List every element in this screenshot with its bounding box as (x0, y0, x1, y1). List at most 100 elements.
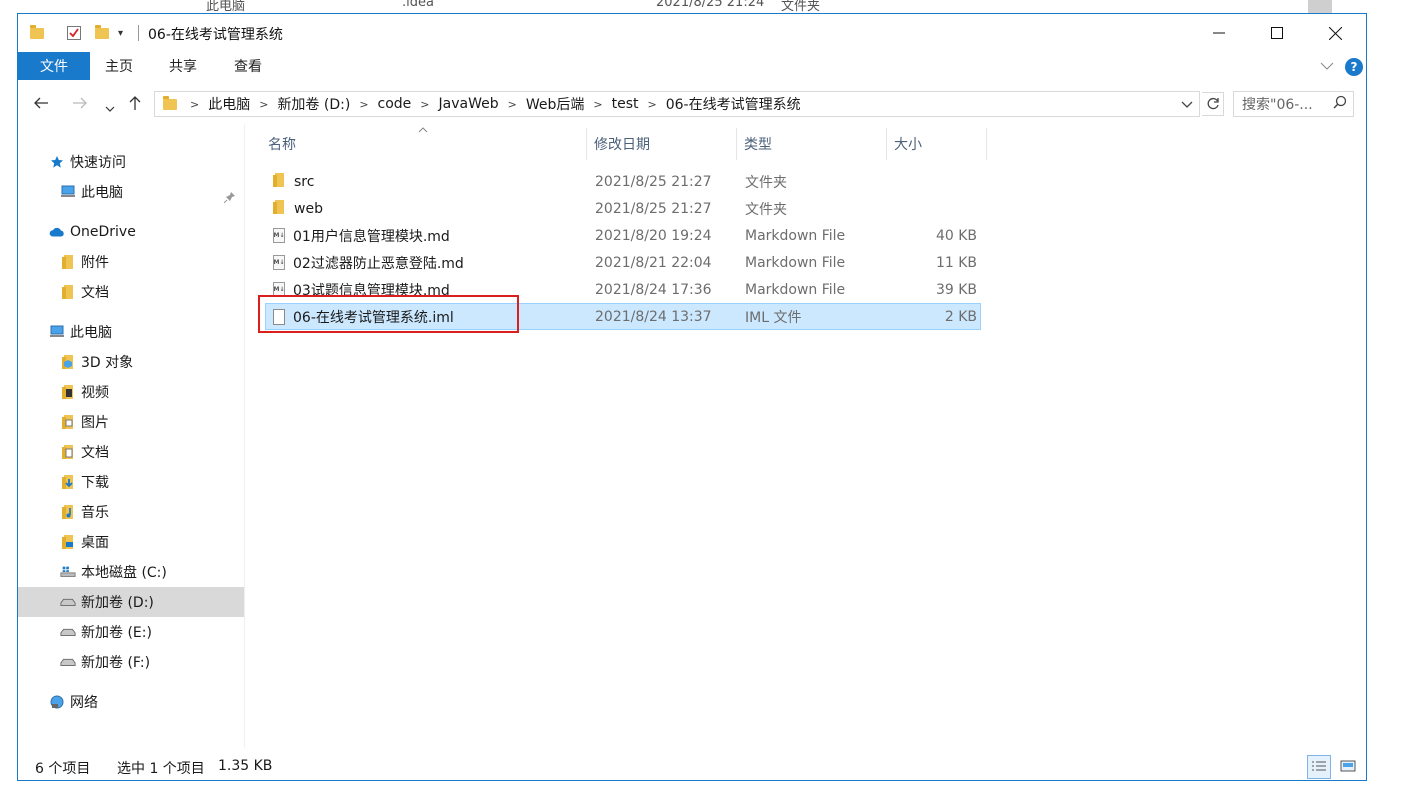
file-modified: 2021/8/25 21:27 (595, 173, 712, 190)
folder-icon (272, 172, 286, 192)
customize-quick-access-icon[interactable]: ▾ (118, 24, 123, 42)
window-title: 06-在线考试管理系统 (148, 27, 283, 43)
breadcrumb-drive-d[interactable]: 新加卷 (D:) (277, 94, 350, 114)
column-divider[interactable] (586, 128, 587, 160)
desktop-icon (60, 534, 76, 550)
details-view-button[interactable] (1307, 755, 1331, 779)
breadcrumb-javaweb[interactable]: JavaWeb (439, 96, 499, 112)
breadcrumb-separator[interactable]: > (647, 98, 656, 111)
file-modified: 2021/8/20 19:24 (595, 227, 712, 244)
large-icons-view-button[interactable] (1336, 755, 1360, 779)
windows-drive-icon (60, 564, 76, 580)
nav-network[interactable]: 网络 (49, 687, 98, 717)
column-header-type[interactable]: 类型 (744, 128, 772, 160)
nav-documents[interactable]: 文档 (60, 437, 109, 467)
tab-home[interactable]: 主页 (105, 52, 133, 80)
nav-desktop[interactable]: 桌面 (60, 527, 109, 557)
search-placeholder: 搜索"06-... (1242, 97, 1313, 113)
forward-button[interactable] (72, 95, 88, 114)
nav-label: 新加卷 (E:) (81, 625, 152, 641)
tab-file[interactable]: 文件 (18, 52, 90, 80)
nav-onedrive-documents[interactable]: 文档 (60, 277, 109, 307)
column-divider[interactable] (986, 128, 987, 160)
nav-drive-f[interactable]: 新加卷 (F:) (60, 647, 150, 677)
nav-music[interactable]: 音乐 (60, 497, 109, 527)
breadcrumb-separator[interactable]: > (259, 98, 268, 111)
breadcrumb-separator[interactable]: > (420, 98, 429, 111)
maximize-button[interactable] (1248, 14, 1306, 52)
search-box[interactable]: 搜索"06-... (1233, 91, 1354, 117)
recent-locations-icon[interactable] (105, 98, 115, 117)
video-icon (60, 384, 76, 400)
nav-label: 新加卷 (F:) (81, 655, 151, 671)
nav-label: 快速访问 (70, 155, 126, 171)
address-history-icon[interactable] (1181, 96, 1193, 115)
breadcrumb-separator[interactable]: > (508, 98, 517, 111)
nav-onedrive[interactable]: OneDrive (49, 217, 136, 247)
file-row[interactable]: web 2021/8/25 21:27 文件夹 (265, 195, 981, 222)
nav-this-pc-pinned[interactable]: 此电脑 (60, 177, 123, 207)
close-button[interactable] (1306, 14, 1364, 52)
highlight-box (258, 295, 519, 333)
nav-attachments[interactable]: 附件 (60, 247, 109, 277)
nav-pictures[interactable]: 图片 (60, 407, 109, 437)
status-bar: 6 个项目 选中 1 个项目 1.35 KB (18, 752, 1366, 780)
column-divider[interactable] (886, 128, 887, 160)
properties-icon[interactable] (66, 24, 82, 42)
file-size: 40 KB (935, 227, 977, 244)
file-name-cell: src (272, 168, 314, 195)
nav-label: 桌面 (81, 535, 109, 551)
nav-videos[interactable]: 视频 (60, 377, 109, 407)
nav-3d-objects[interactable]: 3D 对象 (60, 347, 133, 377)
nav-quick-access[interactable]: 快速访问 (49, 147, 126, 177)
file-row[interactable]: M↓ 02过滤器防止恶意登陆.md 2021/8/21 22:04 Markdo… (265, 249, 981, 276)
new-folder-icon[interactable] (95, 24, 109, 42)
nav-label: 此电脑 (70, 325, 112, 341)
title-bar: ▾ 06-在线考试管理系统 (18, 14, 1366, 52)
pane-splitter[interactable] (244, 124, 245, 748)
markdown-file-icon: M↓ (273, 228, 285, 243)
background-nav-label: 此电脑 (206, 0, 246, 14)
nav-drive-c[interactable]: 本地磁盘 (C:) (60, 557, 167, 587)
file-row[interactable]: M↓ 01用户信息管理模块.md 2021/8/20 19:24 Markdow… (265, 222, 981, 249)
breadcrumb-separator[interactable]: > (359, 98, 368, 111)
refresh-button[interactable] (1202, 92, 1224, 116)
nav-this-pc[interactable]: 此电脑 (49, 317, 112, 347)
nav-label: 视频 (81, 385, 109, 401)
column-header-name[interactable]: 名称 (268, 128, 296, 160)
nav-drive-e[interactable]: 新加卷 (E:) (60, 617, 152, 647)
minimize-button[interactable] (1190, 14, 1248, 52)
breadcrumb-separator[interactable]: > (593, 98, 602, 111)
tab-share[interactable]: 共享 (169, 52, 197, 80)
file-type: Markdown File (745, 227, 846, 244)
breadcrumb-current-folder[interactable]: 06-在线考试管理系统 (666, 94, 801, 114)
help-icon[interactable]: ? (1345, 58, 1363, 76)
breadcrumb-separator[interactable]: > (190, 98, 199, 111)
pin-icon[interactable] (223, 191, 236, 206)
nav-drive-d[interactable]: 新加卷 (D:) (18, 587, 244, 617)
breadcrumb-test[interactable]: test (612, 96, 639, 112)
nav-label: 此电脑 (81, 185, 123, 201)
column-header-modified[interactable]: 修改日期 (594, 128, 650, 160)
up-button[interactable] (128, 95, 142, 115)
drive-icon (60, 624, 76, 640)
search-icon[interactable] (1333, 95, 1353, 113)
file-row[interactable]: src 2021/8/25 21:27 文件夹 (265, 168, 981, 195)
drive-icon (60, 654, 76, 670)
folder-icon (60, 284, 76, 300)
column-divider[interactable] (736, 128, 737, 160)
expand-ribbon-icon[interactable] (1320, 59, 1334, 75)
file-type: 文件夹 (745, 174, 787, 191)
cloud-icon (49, 224, 65, 240)
address-bar[interactable]: > 此电脑 > 新加卷 (D:) > code > JavaWeb > Web后… (154, 91, 1200, 117)
column-header-size[interactable]: 大小 (894, 128, 922, 160)
nav-downloads[interactable]: 下载 (60, 467, 109, 497)
back-button[interactable] (33, 95, 49, 114)
file-name-cell: M↓ 01用户信息管理模块.md (273, 222, 450, 249)
computer-icon (49, 324, 65, 340)
tab-view[interactable]: 查看 (234, 52, 262, 80)
breadcrumb-web-backend[interactable]: Web后端 (526, 94, 585, 114)
breadcrumb-this-pc[interactable]: 此电脑 (208, 94, 250, 114)
breadcrumb-code[interactable]: code (378, 96, 412, 112)
markdown-file-icon: M↓ (273, 255, 285, 270)
